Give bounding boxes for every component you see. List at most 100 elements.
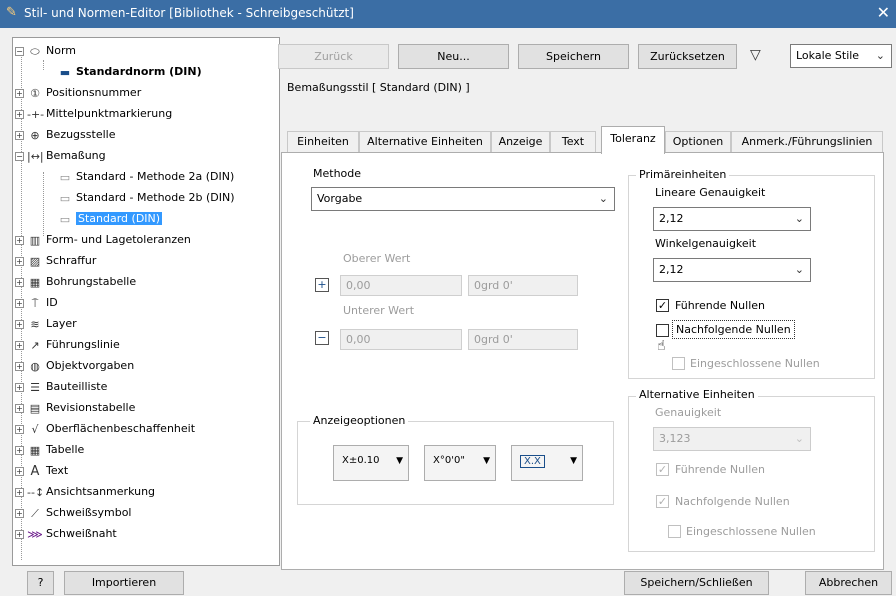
tree-item-id[interactable]: + ⍑ ID — [15, 292, 58, 313]
id-icon: ⍑ — [31, 296, 39, 310]
text-icon: A — [30, 463, 40, 479]
weld-symbol-icon: ⟋ — [31, 506, 39, 520]
expand-icon[interactable]: + — [15, 529, 24, 539]
tab-toleranz[interactable]: Toleranz — [601, 126, 665, 154]
collapse-icon[interactable]: − — [15, 46, 24, 56]
tree-item-norm[interactable]: − ⬭ Norm — [15, 40, 76, 61]
alt-enclosed-zeros-label: Eingeschlossene Nullen — [686, 525, 816, 538]
expand-icon[interactable]: + — [15, 340, 24, 350]
alternate-precision-select[interactable]: 3,123 ⌄ — [653, 427, 811, 451]
reset-button[interactable]: Zurücksetzen — [638, 44, 737, 69]
tree-item-standardnorm[interactable]: ▬ Standardnorm (DIN) — [57, 61, 202, 82]
dropdown-arrow-icon: ▼ — [570, 456, 577, 466]
expand-icon[interactable]: + — [15, 382, 24, 392]
tab-anmerk-fuehrungslinien[interactable]: Anmerk./Führungslinien — [731, 131, 883, 153]
tree-item-schweissnaht[interactable]: + ⋙ Schweißnaht — [15, 523, 117, 544]
expand-icon[interactable]: + — [15, 235, 24, 245]
expand-icon[interactable]: + — [15, 508, 24, 518]
tab-einheiten[interactable]: Einheiten — [287, 131, 359, 153]
tab-text[interactable]: Text — [550, 131, 596, 153]
hole-table-icon: ▦ — [29, 275, 41, 289]
alt-leading-zeros-label: Führende Nullen — [675, 463, 765, 476]
linear-precision-select[interactable]: 2,12 ⌄ — [653, 207, 811, 231]
plus-sign-button[interactable]: + — [315, 278, 329, 292]
back-button[interactable]: Zurück — [278, 44, 389, 69]
close-button[interactable]: ✕ — [877, 3, 890, 22]
alt-trailing-zeros-checkbox[interactable]: ✓ — [656, 495, 669, 508]
primary-units-title: Primäreinheiten — [636, 168, 730, 181]
chevron-down-icon: ⌄ — [794, 212, 804, 225]
trailing-zeros-checkbox[interactable] — [656, 324, 669, 337]
tree-item-bemassung[interactable]: − |↔| Bemaßung — [15, 145, 106, 166]
alternate-precision-label: Genauigkeit — [655, 406, 722, 419]
tree-item-ansichtsanmerkung[interactable]: + ‑‑↕ Ansichtsanmerkung — [15, 481, 155, 502]
expand-icon[interactable]: + — [15, 466, 24, 476]
expand-icon[interactable]: + — [15, 424, 24, 434]
precision-format-button[interactable]: X.X ▼ — [511, 445, 583, 481]
expand-icon[interactable]: + — [15, 88, 24, 98]
tree-item-bohrungstabelle[interactable]: + ▦ Bohrungstabelle — [15, 271, 136, 292]
enclosed-zeros-checkbox[interactable] — [672, 357, 685, 370]
collapse-icon[interactable]: − — [15, 151, 24, 161]
minus-sign-button[interactable]: − — [315, 331, 329, 345]
expand-icon[interactable]: + — [15, 361, 24, 371]
alt-enclosed-zeros-checkbox[interactable] — [668, 525, 681, 538]
help-button[interactable]: ? — [27, 571, 54, 595]
tree-item-revisionstabelle[interactable]: + ▤ Revisionstabelle — [15, 397, 135, 418]
expand-icon[interactable]: + — [15, 403, 24, 413]
tree-item-oberflaeche[interactable]: + √ Oberflächenbeschaffenheit — [15, 418, 195, 439]
leading-zeros-checkbox[interactable]: ✓ — [656, 299, 669, 312]
app-icon: ✎ — [6, 5, 17, 20]
tree-item-bauteilliste[interactable]: + ☰ Bauteilliste — [15, 376, 107, 397]
table-icon: ▦ — [29, 443, 41, 457]
expand-icon[interactable]: + — [15, 256, 24, 266]
expand-icon[interactable]: + — [15, 109, 24, 119]
expand-icon[interactable]: + — [15, 445, 24, 455]
tolerance-format-button[interactable]: X±0.10 ▼ — [333, 445, 409, 481]
filter-select[interactable]: Lokale Stile ⌄ — [790, 44, 892, 68]
tree-item-fuehrungslinie[interactable]: + ↗ Führungslinie — [15, 334, 120, 355]
tab-alternative-einheiten[interactable]: Alternative Einheiten — [359, 131, 491, 153]
style-tree[interactable]: − ⬭ Norm ▬ Standardnorm (DIN) + ① Positionsnu… — [12, 37, 280, 566]
expand-icon[interactable]: + — [15, 487, 24, 497]
expand-icon[interactable]: + — [15, 298, 24, 308]
tree-item-layer[interactable]: + ≋ Layer — [15, 313, 77, 334]
import-button[interactable]: Importieren — [64, 571, 184, 595]
tree-item-schweisssymbol[interactable]: + ⟋ Schweißsymbol — [15, 502, 131, 523]
tree-item-objektvorgaben[interactable]: + ◍ Objektvorgaben — [15, 355, 134, 376]
layer-icon: ≋ — [30, 317, 40, 331]
tree-item-form-lagetoleranzen[interactable]: + ▥ Form- und Lagetoleranzen — [15, 229, 191, 250]
expand-icon[interactable]: + — [15, 319, 24, 329]
style-icon: ▭ — [59, 191, 71, 205]
tree-item-methode-2a[interactable]: ▭ Standard - Methode 2a (DIN) — [57, 166, 235, 187]
cancel-button[interactable]: Abbrechen — [805, 571, 892, 595]
tree-item-positionsnummer[interactable]: + ① Positionsnummer — [15, 82, 141, 103]
angle-format-button[interactable]: X°0'0" ▼ — [424, 445, 496, 481]
tree-item-schraffur[interactable]: + ▨ Schraffur — [15, 250, 96, 271]
upper-angle-field[interactable]: 0grd 0' — [468, 275, 578, 296]
lower-value-field[interactable]: 0,00 — [340, 329, 462, 350]
lower-angle-field[interactable]: 0grd 0' — [468, 329, 578, 350]
expand-icon[interactable]: + — [15, 130, 24, 140]
method-select[interactable]: Vorgabe ⌄ — [311, 187, 615, 211]
filter-icon[interactable]: ▽ — [750, 47, 761, 63]
new-button[interactable]: Neu... — [398, 44, 509, 69]
tree-item-tabelle[interactable]: + ▦ Tabelle — [15, 439, 84, 460]
save-close-button[interactable]: Speichern/Schließen — [624, 571, 769, 595]
style-icon: ▭ — [59, 212, 71, 226]
expand-icon[interactable]: + — [15, 277, 24, 287]
tree-item-bezugsstelle[interactable]: + ⊕ Bezugsstelle — [15, 124, 115, 145]
tab-anzeige[interactable]: Anzeige — [491, 131, 550, 153]
style-icon: ▭ — [59, 170, 71, 184]
alternate-units-title: Alternative Einheiten — [636, 388, 758, 401]
tree-item-text[interactable]: + A Text — [15, 460, 68, 481]
upper-value-field[interactable]: 0,00 — [340, 275, 462, 296]
angular-precision-select[interactable]: 2,12 ⌄ — [653, 258, 811, 282]
tree-item-methode-2b[interactable]: ▭ Standard - Methode 2b (DIN) — [57, 187, 235, 208]
tree-item-mittelpunktmarkierung[interactable]: + -+- Mittelpunktmarkierung — [15, 103, 172, 124]
alt-leading-zeros-checkbox[interactable]: ✓ — [656, 463, 669, 476]
tree-item-standard-din[interactable]: ▭ Standard (DIN) — [57, 208, 163, 229]
tab-optionen[interactable]: Optionen — [665, 131, 731, 153]
linear-precision-label: Lineare Genauigkeit — [655, 186, 766, 199]
save-button[interactable]: Speichern — [518, 44, 629, 69]
